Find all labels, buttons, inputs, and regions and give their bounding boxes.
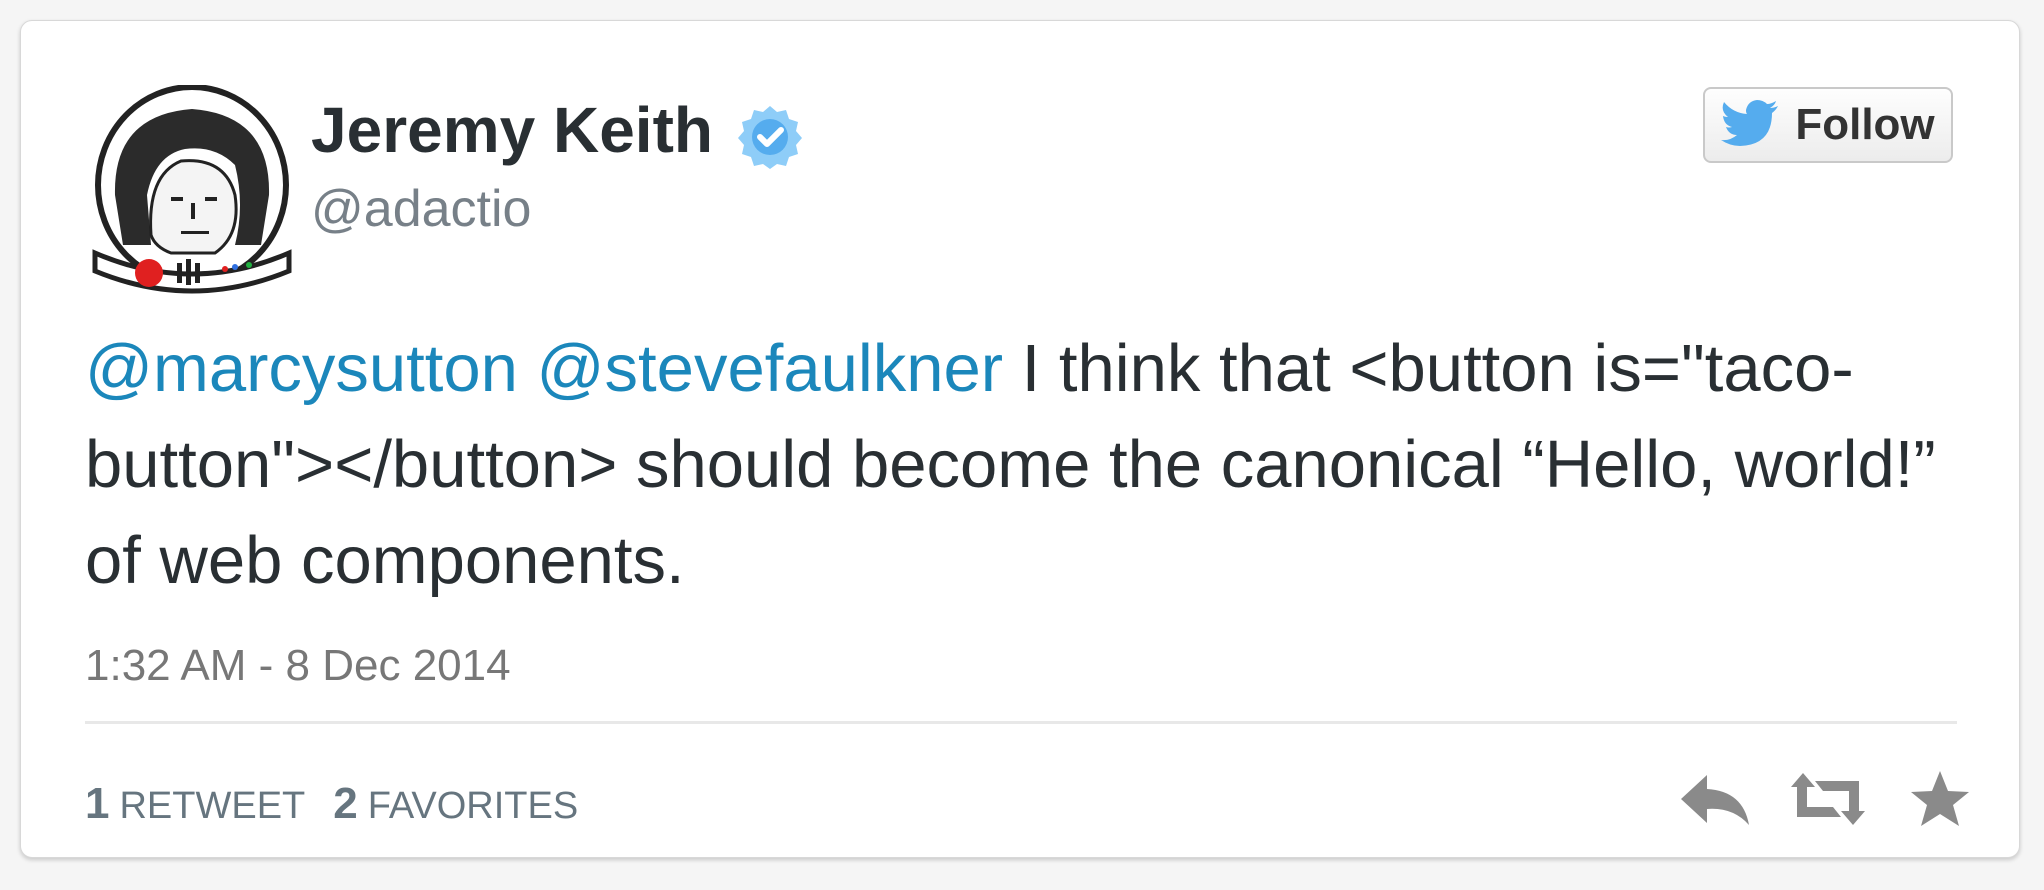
mention-link-marcysutton[interactable]: @marcysutton <box>85 331 518 406</box>
retweet-icon[interactable] <box>1789 769 1867 829</box>
tweet-actions <box>1677 769 1979 829</box>
user-handle[interactable]: @adactio <box>311 179 531 239</box>
star-icon[interactable] <box>1901 769 1979 829</box>
tweet-timestamp[interactable]: 1:32 AM - 8 Dec 2014 <box>85 641 511 691</box>
retweet-count: 1 <box>85 779 110 828</box>
twitter-bird-icon <box>1721 100 1779 146</box>
tweet-stats: 1 RETWEET 2 FAVORITES <box>85 779 578 829</box>
mention-link-stevefaulkner[interactable]: @stevefaulkner <box>537 331 1004 406</box>
divider <box>85 721 1957 724</box>
tweet-card: Jeremy Keith @adactio Follow @marcysutto… <box>20 20 2020 858</box>
favorite-count-link[interactable]: 2 FAVORITES <box>333 779 578 829</box>
avatar[interactable] <box>85 85 299 299</box>
tweet-text: @marcysutton @stevefaulkner I think that… <box>85 321 1965 609</box>
user-name[interactable]: Jeremy Keith <box>311 93 713 167</box>
retweet-count-link[interactable]: 1 RETWEET <box>85 779 305 829</box>
verified-badge-icon <box>738 106 802 169</box>
follow-button[interactable]: Follow <box>1703 87 1953 163</box>
favorite-count: 2 <box>333 779 358 828</box>
retweet-label: RETWEET <box>119 785 306 827</box>
reply-icon[interactable] <box>1677 769 1755 829</box>
follow-button-label: Follow <box>1795 100 1935 149</box>
favorite-label: FAVORITES <box>367 785 579 827</box>
